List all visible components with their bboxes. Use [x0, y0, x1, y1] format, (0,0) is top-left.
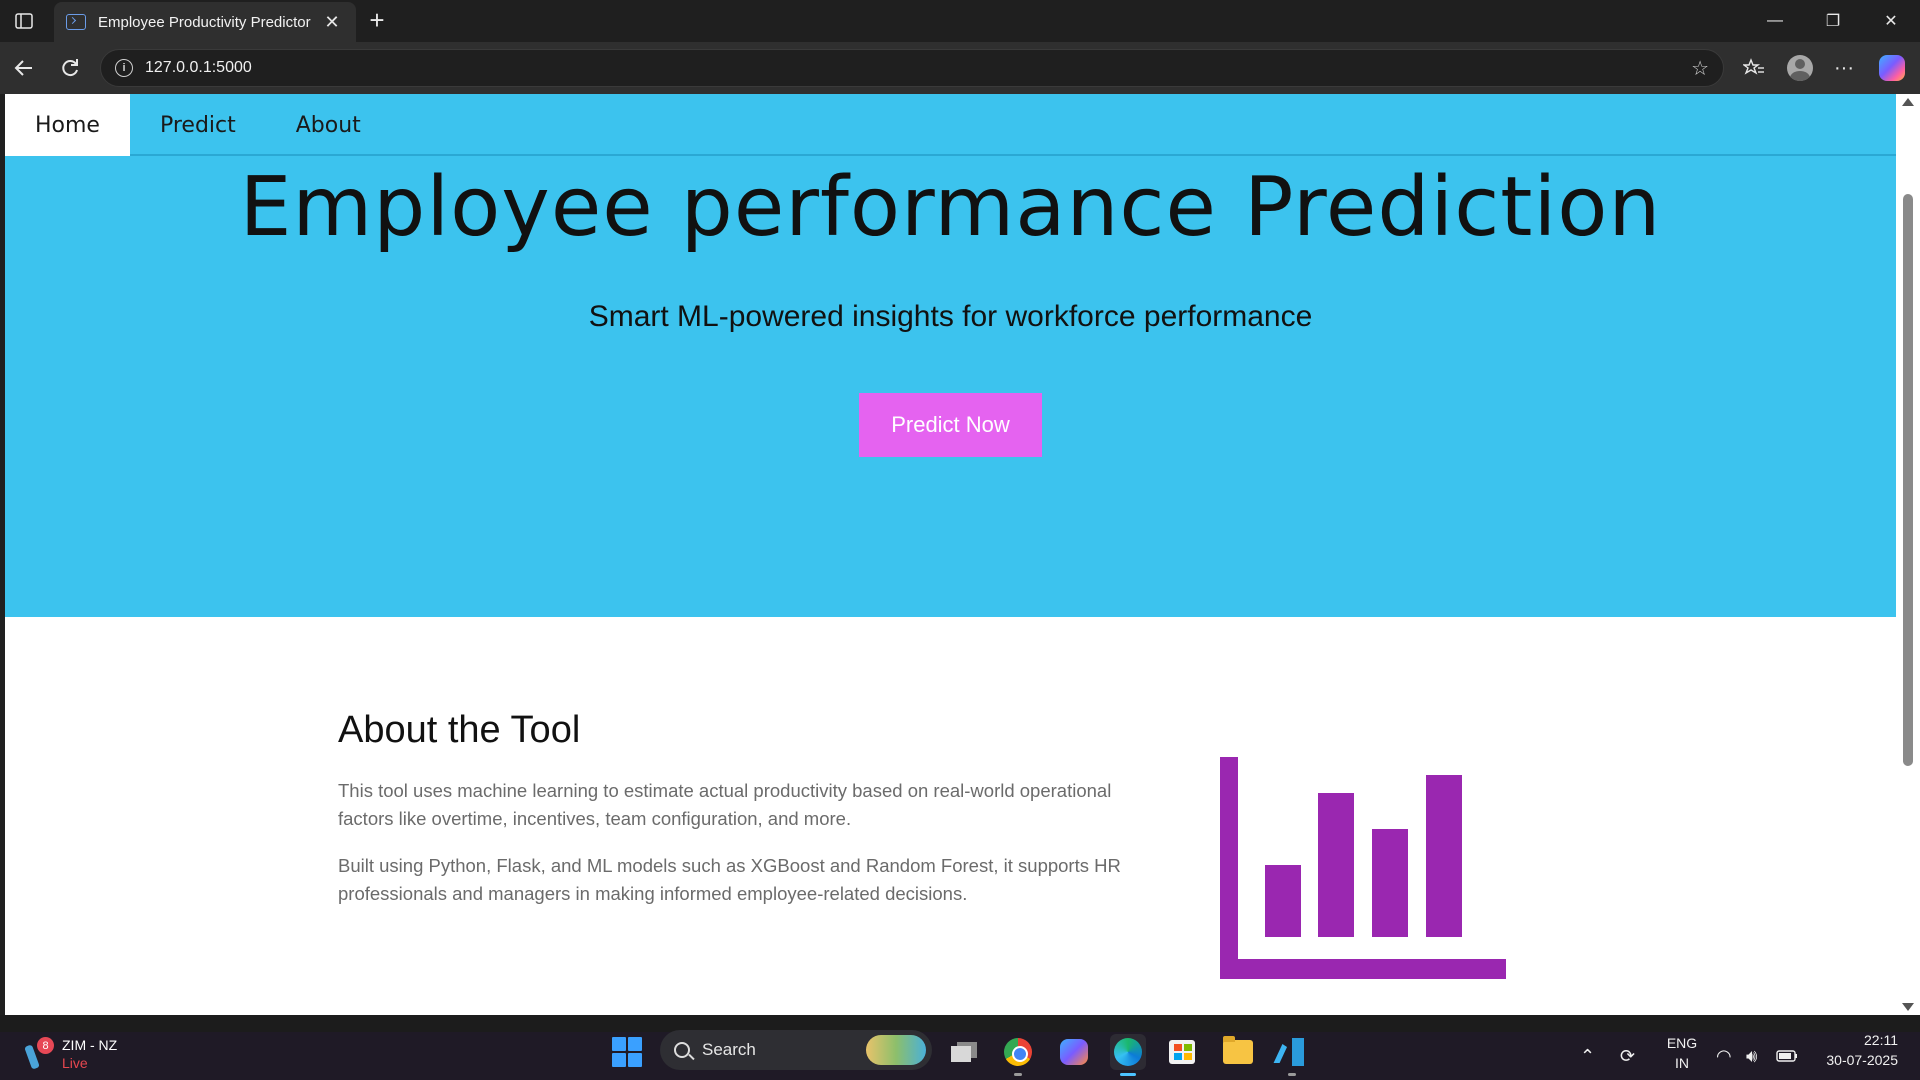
task-view-button[interactable] — [946, 1034, 982, 1070]
clock-date: 30-07-2025 — [1826, 1052, 1898, 1068]
browser-tab-bar: Employee Productivity Predictor ✕ + — ❐ … — [0, 0, 1920, 42]
battery-button[interactable] — [1776, 1032, 1798, 1080]
nav-predict[interactable]: Predict — [130, 94, 266, 156]
favorites-button[interactable] — [1738, 52, 1770, 84]
reload-button[interactable] — [54, 52, 86, 84]
more-dots-icon: ··· — [1834, 56, 1854, 79]
wifi-icon: ◠ — [1716, 1045, 1732, 1066]
battery-icon — [1776, 1050, 1797, 1062]
address-bar[interactable]: i 127.0.0.1:5000 ☆ — [100, 49, 1724, 87]
restore-button[interactable]: ❐ — [1804, 0, 1862, 42]
scroll-down-arrow-icon[interactable] — [1902, 1003, 1914, 1011]
site-navbar: Home Predict About — [5, 94, 1896, 156]
chrome-icon — [1004, 1038, 1032, 1066]
search-icon — [674, 1042, 690, 1058]
store-icon — [1169, 1040, 1195, 1064]
page-scrollbar[interactable] — [1896, 94, 1920, 1015]
predict-now-button[interactable]: Predict Now — [859, 393, 1042, 457]
profile-avatar-icon — [1787, 55, 1813, 81]
widget-title: ZIM - NZ — [62, 1037, 118, 1053]
vscode-app[interactable] — [1274, 1034, 1310, 1076]
more-menu-button[interactable]: ··· — [1828, 52, 1860, 84]
browser-toolbar: i 127.0.0.1:5000 ☆ ··· — [0, 42, 1920, 94]
chevron-up-icon: ⌃ — [1580, 1045, 1596, 1066]
taskbar-search-label: Search — [702, 1040, 756, 1059]
region-code: IN — [1675, 1055, 1689, 1071]
folder-icon — [1223, 1036, 1253, 1064]
volume-icon: 🔊︎ — [1746, 1045, 1758, 1066]
page-viewport: Employee performance Prediction Smart ML… — [5, 94, 1896, 1015]
hero-subtitle: Smart ML-powered insights for workforce … — [588, 300, 1313, 333]
language-code: ENG — [1666, 1035, 1698, 1051]
profile-button[interactable] — [1784, 52, 1816, 84]
url-text[interactable]: 127.0.0.1:5000 — [145, 59, 1691, 77]
minimize-button[interactable]: — — [1746, 0, 1804, 42]
about-heading: About the Tool — [338, 709, 581, 751]
copilot-app-icon — [1060, 1039, 1088, 1065]
language-indicator[interactable]: ENG IN — [1664, 1033, 1700, 1073]
nav-home[interactable]: Home — [5, 94, 130, 156]
browser-tab[interactable]: Employee Productivity Predictor ✕ — [54, 2, 356, 42]
hero-title: Employee performance Prediction — [239, 160, 1662, 255]
nav-about[interactable]: About — [266, 94, 391, 156]
store-app[interactable] — [1164, 1034, 1200, 1070]
window-controls: — ❐ ✕ — [1746, 0, 1920, 42]
tab-actions-icon — [15, 13, 33, 29]
volume-button[interactable]: 🔊︎ — [1746, 1032, 1757, 1080]
back-arrow-icon — [14, 60, 32, 76]
favorites-icon — [1743, 58, 1764, 75]
widget-status: Live — [62, 1055, 88, 1071]
close-window-button[interactable]: ✕ — [1862, 0, 1920, 42]
tray-overflow-button[interactable]: ⌃ — [1580, 1032, 1595, 1080]
site-info-icon[interactable]: i — [115, 59, 133, 77]
edge-app[interactable] — [1110, 1034, 1146, 1076]
copilot-app[interactable] — [1056, 1034, 1092, 1070]
clock[interactable]: 22:11 30-07-2025 — [1812, 1030, 1898, 1070]
task-view-icon — [951, 1042, 977, 1062]
bar-chart-icon — [1220, 757, 1506, 979]
file-explorer-app[interactable] — [1220, 1034, 1256, 1070]
weather-widget[interactable]: 8 ZIM - NZ Live — [24, 1036, 117, 1072]
page-favicon-icon — [66, 14, 86, 30]
widget-badge: 8 — [37, 1037, 54, 1054]
new-tab-button[interactable]: + — [362, 6, 392, 36]
reload-icon — [62, 59, 78, 77]
copilot-icon — [1879, 55, 1905, 81]
about-paragraph-2: Built using Python, Flask, and ML models… — [338, 855, 1121, 904]
about-paragraph-1: This tool uses machine learning to estim… — [338, 780, 1112, 829]
cricket-icon: 8 — [24, 1037, 54, 1070]
sync-button[interactable]: ⟳ — [1620, 1032, 1635, 1080]
tab-actions-button[interactable] — [8, 8, 40, 34]
taskbar-search[interactable]: Search — [660, 1030, 932, 1070]
vscode-icon — [1278, 1038, 1306, 1066]
tab-close-icon[interactable]: ✕ — [320, 12, 344, 33]
copilot-button[interactable] — [1876, 52, 1908, 84]
back-button[interactable] — [8, 52, 40, 84]
clock-time: 22:11 — [1864, 1032, 1898, 1048]
tab-title: Employee Productivity Predictor — [98, 13, 311, 31]
edge-icon — [1114, 1038, 1142, 1066]
chrome-app[interactable] — [1000, 1034, 1036, 1076]
scroll-thumb[interactable] — [1903, 194, 1913, 766]
search-highlight-image — [866, 1035, 926, 1065]
sync-icon: ⟳ — [1620, 1045, 1636, 1066]
about-section: About the Tool This tool uses machine le… — [5, 617, 1896, 1015]
hero-section: Employee performance Prediction Smart ML… — [5, 94, 1896, 617]
network-button[interactable]: ◠ — [1716, 1032, 1732, 1080]
scroll-up-arrow-icon[interactable] — [1902, 98, 1914, 106]
favorite-star-icon[interactable]: ☆ — [1691, 56, 1709, 81]
start-button[interactable] — [612, 1037, 642, 1067]
